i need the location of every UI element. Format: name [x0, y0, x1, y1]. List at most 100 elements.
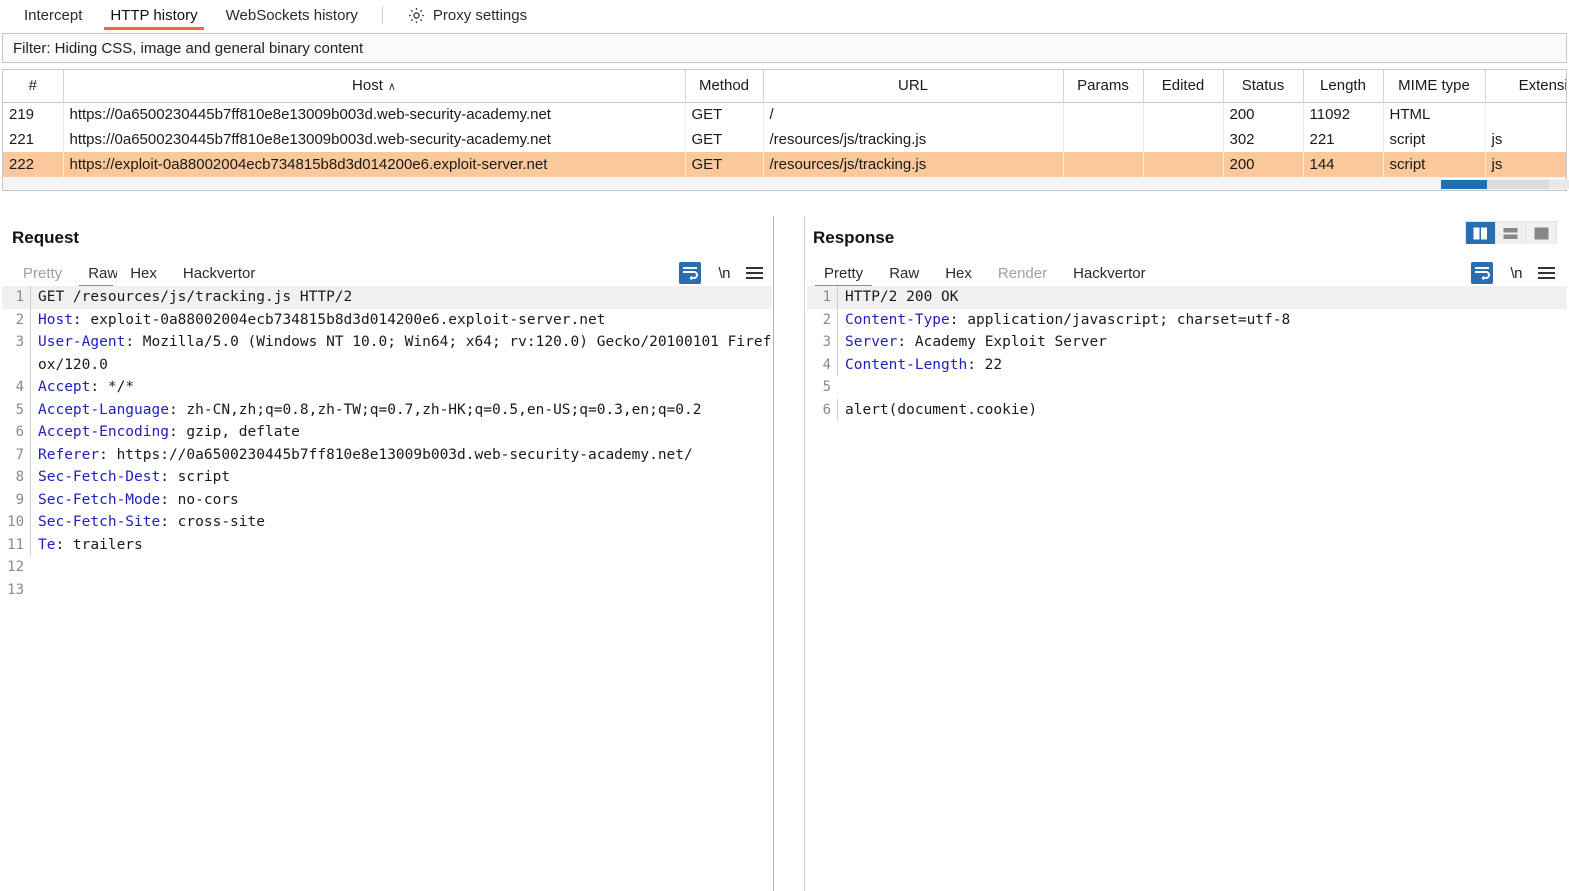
cell-length: 11092: [1303, 102, 1383, 127]
scrollbar-thumb[interactable]: [1441, 180, 1487, 189]
editor-line: 10 Sec-Fetch-Site: cross-site: [2, 511, 772, 534]
column-header-num[interactable]: #: [3, 70, 63, 102]
request-tab-pretty[interactable]: Pretty: [10, 258, 75, 288]
header-value: application/javascript; charset=utf-8: [959, 312, 1291, 328]
proxy-tab-bar: Intercept HTTP history WebSockets histor…: [0, 0, 1569, 30]
cell-mime: script: [1383, 127, 1485, 152]
menu-icon[interactable]: [746, 267, 763, 279]
table-row[interactable]: 221 https://0a6500230445b7ff810e8e13009b…: [3, 127, 1567, 152]
column-header-length[interactable]: Length: [1303, 70, 1383, 102]
wordwrap-icon[interactable]: [1470, 261, 1494, 285]
layout-vertical-split-button[interactable]: [1466, 222, 1496, 244]
column-header-host[interactable]: Host∧: [63, 70, 685, 102]
wordwrap-icon[interactable]: [678, 261, 702, 285]
editor-line: 5 Accept-Language: zh-CN,zh;q=0.8,zh-TW;…: [2, 399, 772, 422]
table-row[interactable]: 219 https://0a6500230445b7ff810e8e13009b…: [3, 102, 1567, 127]
scrollbar-track-far-right[interactable]: [1549, 180, 1569, 189]
cell-host: https://0a6500230445b7ff810e8e13009b003d…: [63, 127, 685, 152]
column-header-params[interactable]: Params: [1063, 70, 1143, 102]
column-header-edited-label: Edited: [1162, 77, 1205, 94]
column-header-url[interactable]: URL: [763, 70, 1063, 102]
line-value: alert(document.cookie): [845, 402, 1037, 418]
response-editor[interactable]: 1 HTTP/2 200 OK 2 Content-Type: applicat…: [807, 286, 1567, 891]
response-tab-hex[interactable]: Hex: [932, 258, 985, 288]
request-view-tabs: Pretty Raw Hex Hackvertor: [0, 258, 773, 288]
line-content: alert(document.cookie): [837, 399, 1567, 422]
tab-http-history[interactable]: HTTP history: [96, 0, 211, 30]
cell-extension: js: [1485, 127, 1567, 152]
editor-line: 9 Sec-Fetch-Mode: no-cors: [2, 489, 772, 512]
tab-websockets-history[interactable]: WebSockets history: [212, 0, 372, 30]
header-value: trailers: [64, 537, 143, 553]
column-header-edited[interactable]: Edited: [1143, 70, 1223, 102]
header-value: exploit-0a88002004ecb734815b8d3d014200e6…: [82, 312, 606, 328]
request-editor[interactable]: 1 GET /resources/js/tracking.js HTTP/2 2…: [2, 286, 772, 891]
cell-num: 221: [3, 127, 63, 152]
request-tab-hackvertor-label: Hackvertor: [183, 265, 256, 282]
panel-splitter[interactable]: [773, 216, 805, 891]
cell-status: 200: [1223, 152, 1303, 177]
filter-bar[interactable]: Filter: Hiding CSS, image and general bi…: [2, 33, 1567, 63]
line-content: Te: trailers: [30, 534, 772, 557]
newline-toggle-icon[interactable]: \n: [1510, 265, 1522, 282]
line-number: 5: [807, 376, 837, 399]
editor-line: 4 Accept: */*: [2, 376, 772, 399]
response-tab-raw[interactable]: Raw: [876, 258, 932, 288]
layout-single-pane-button[interactable]: [1526, 222, 1556, 244]
cell-params: [1063, 152, 1143, 177]
line-content: Sec-Fetch-Dest: script: [30, 466, 772, 489]
scrollbar-track-right[interactable]: [1487, 180, 1549, 189]
table-row-selected[interactable]: 222 https://exploit-0a88002004ecb734815b…: [3, 152, 1567, 177]
table-horizontal-scrollbar[interactable]: [2, 177, 1567, 191]
editor-line: 6 alert(document.cookie): [807, 399, 1567, 422]
response-tab-render[interactable]: Render: [985, 258, 1060, 288]
request-tab-hackvertor[interactable]: Hackvertor: [170, 258, 269, 288]
line-value: HTTP/2 200 OK: [845, 289, 959, 305]
cell-extension: js: [1485, 152, 1567, 177]
cell-extension: [1485, 102, 1567, 127]
request-tab-hex[interactable]: Hex: [117, 258, 170, 288]
request-panel: Request Pretty Raw Hex Hackvertor: [0, 216, 773, 891]
line-content: User-Agent: Mozilla/5.0 (Windows NT 10.0…: [30, 331, 772, 376]
cell-method: GET: [685, 102, 763, 127]
message-panels: Request Pretty Raw Hex Hackvertor: [0, 216, 1569, 891]
layout-toggle-group: [1465, 221, 1557, 243]
line-number: 13: [2, 579, 30, 602]
line-number: 6: [2, 421, 30, 444]
editor-line: 1 HTTP/2 200 OK: [807, 286, 1567, 309]
header-name: Te: [38, 537, 55, 553]
http-history-table-container: # Host∧ Method URL Params Edited Status …: [2, 69, 1567, 177]
header-value: script: [169, 469, 230, 485]
column-header-status-label: Status: [1242, 77, 1285, 94]
scrollbar-track[interactable]: [3, 180, 1566, 189]
column-header-extension[interactable]: Extension: [1485, 70, 1567, 102]
editor-line: 3 Server: Academy Exploit Server: [807, 331, 1567, 354]
newline-toggle-icon[interactable]: \n: [718, 265, 730, 282]
line-content: Accept-Language: zh-CN,zh;q=0.8,zh-TW;q=…: [30, 399, 772, 422]
tab-intercept[interactable]: Intercept: [10, 0, 96, 30]
response-tab-hackvertor[interactable]: Hackvertor: [1060, 258, 1159, 288]
column-header-length-label: Length: [1320, 77, 1366, 94]
column-header-mime[interactable]: MIME type: [1383, 70, 1485, 102]
editor-line: 2 Host: exploit-0a88002004ecb734815b8d3d…: [2, 309, 772, 332]
editor-line: 8 Sec-Fetch-Dest: script: [2, 466, 772, 489]
editor-line: 7 Referer: https://0a6500230445b7ff810e8…: [2, 444, 772, 467]
request-tab-raw[interactable]: Raw: [75, 258, 117, 288]
column-header-status[interactable]: Status: [1223, 70, 1303, 102]
line-content: Accept-Encoding: gzip, deflate: [30, 421, 772, 444]
editor-line: 1 GET /resources/js/tracking.js HTTP/2: [2, 286, 772, 309]
layout-horizontal-split-button[interactable]: [1496, 222, 1526, 244]
request-tab-pretty-label: Pretty: [23, 265, 62, 282]
menu-icon[interactable]: [1538, 267, 1555, 279]
response-tab-hex-label: Hex: [945, 265, 972, 282]
column-header-host-label: Host: [352, 77, 383, 94]
line-content: GET /resources/js/tracking.js HTTP/2: [30, 286, 772, 309]
tab-proxy-settings[interactable]: Proxy settings: [393, 0, 541, 30]
column-header-method[interactable]: Method: [685, 70, 763, 102]
header-name: Sec-Fetch-Site: [38, 514, 160, 530]
cell-edited: [1143, 102, 1223, 127]
header-name: Referer: [38, 447, 99, 463]
editor-line: 12: [2, 556, 772, 579]
header-value: 22: [976, 357, 1002, 373]
response-tab-pretty[interactable]: Pretty: [811, 258, 876, 288]
